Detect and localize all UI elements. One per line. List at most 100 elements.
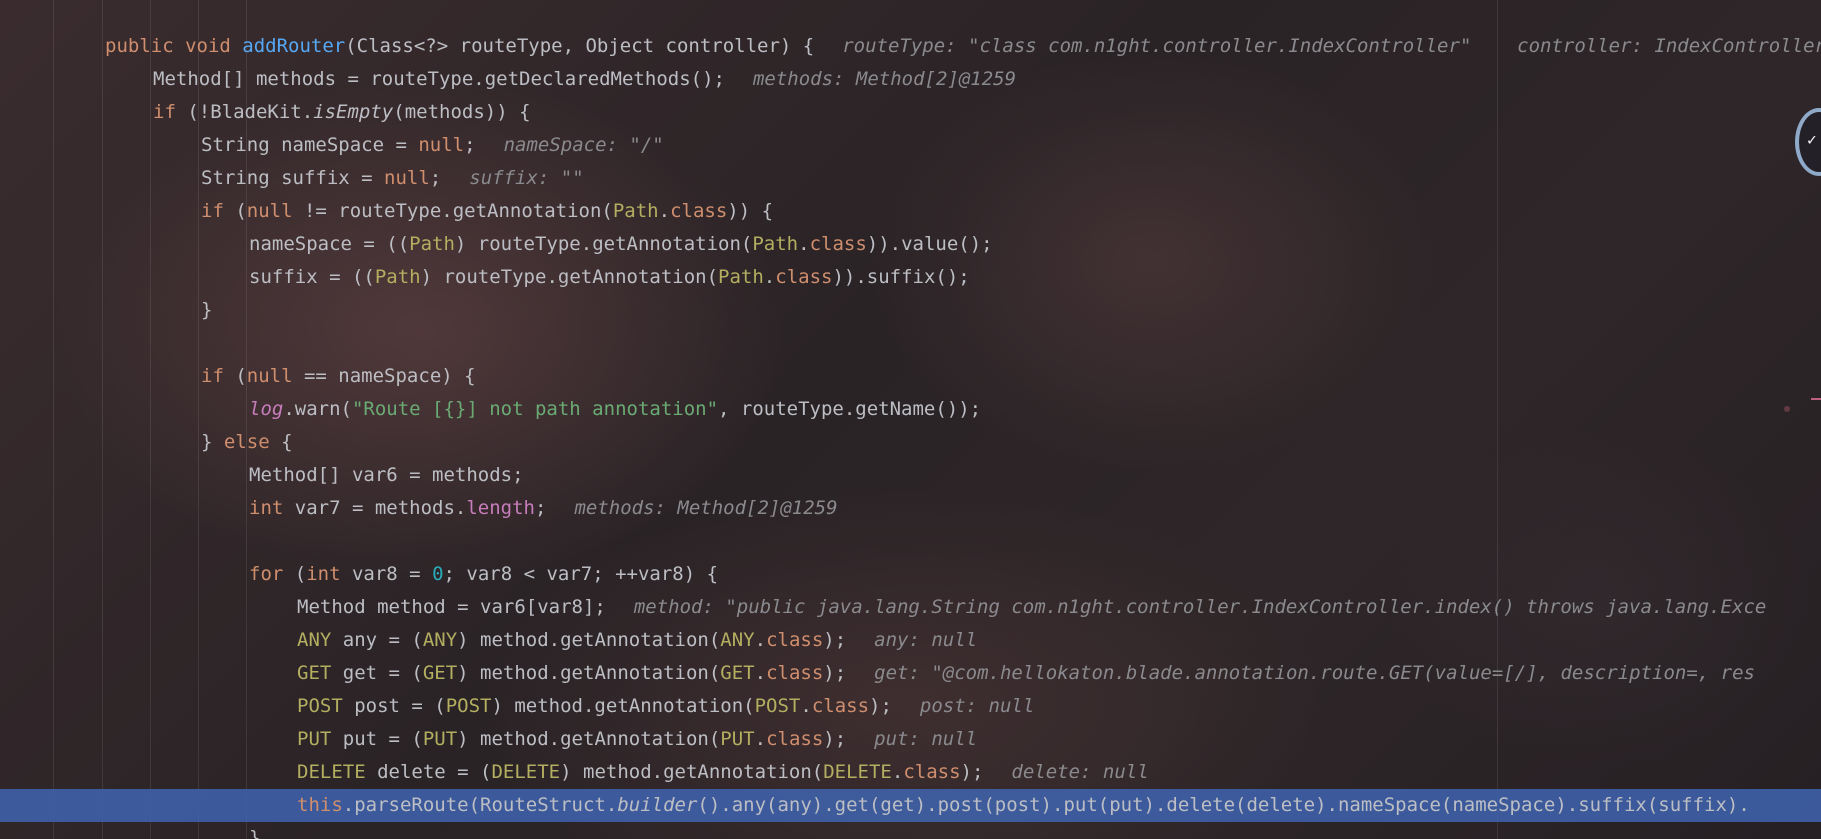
inline-debug-value[interactable]: routeType: "class com.n1ght.controller.I… [842, 35, 1821, 57]
inline-debug-value[interactable]: suffix: "" [469, 167, 583, 189]
code-editor[interactable]: public void addRouter(Class<?> routeType… [0, 30, 1821, 839]
inline-debug-value[interactable]: post: null [920, 695, 1034, 717]
code-line[interactable]: nameSpace = ((Path) routeType.getAnnotat… [0, 228, 1821, 261]
code-text: suffix = ((Path) routeType.getAnnotation… [249, 261, 970, 294]
scrollbar-marker[interactable] [1811, 398, 1821, 400]
code-line[interactable]: } [0, 822, 1821, 839]
code-token: class [766, 728, 824, 750]
code-token: ) method.getAnnotation( [491, 695, 755, 717]
code-token: nameSpace = (( [249, 233, 410, 255]
code-line[interactable]: for (int var8 = 0; var8 < var7; ++var8) … [0, 558, 1821, 591]
code-line-current[interactable]: this.parseRoute(RouteStruct.builder().an… [0, 789, 1821, 822]
code-token: ) method.getAnnotation( [457, 728, 721, 750]
code-token: delete = ( [365, 761, 492, 783]
code-token: ); [823, 662, 847, 684]
code-token: if [201, 200, 236, 222]
code-text: PUT put = (PUT) method.getAnnotation(PUT… [297, 723, 977, 756]
code-token: DELETE [297, 761, 366, 783]
code-token: ( [235, 200, 247, 222]
code-line[interactable]: PUT put = (PUT) method.getAnnotation(PUT… [0, 723, 1821, 756]
code-line[interactable]: } else { [0, 426, 1821, 459]
code-token: ) method.getAnnotation( [560, 761, 824, 783]
code-token: POST [297, 695, 343, 717]
code-line[interactable]: suffix = ((Path) routeType.getAnnotation… [0, 261, 1821, 294]
code-line[interactable]: Method[] methods = routeType.getDeclared… [0, 63, 1821, 96]
code-token: ) routeType.getAnnotation( [454, 233, 753, 255]
code-token: .parseRoute(RouteStruct. [342, 794, 618, 816]
code-token: builder [617, 794, 698, 816]
code-token: != routeType.getAnnotation( [292, 200, 613, 222]
code-token: . [754, 662, 767, 684]
code-token: class [766, 662, 824, 684]
code-token: )).value(); [866, 233, 993, 255]
code-token: . [763, 266, 776, 288]
code-token: this [297, 794, 343, 816]
code-line[interactable]: POST post = (POST) method.getAnnotation(… [0, 690, 1821, 723]
breakpoint-marker[interactable] [1784, 406, 1790, 412]
code-line[interactable] [0, 525, 1821, 558]
code-token: , routeType.getName()); [718, 398, 982, 420]
inline-debug-value[interactable]: delete: null [1011, 761, 1148, 783]
code-text: String nameSpace = null; nameSpace: "/" [201, 129, 664, 162]
code-token: 0 [432, 563, 444, 585]
inline-debug-value[interactable]: methods: Method[2]@1259 [753, 68, 1016, 90]
code-token: )) { [727, 200, 774, 222]
code-token: . [800, 695, 812, 717]
code-text: ANY any = (ANY) method.getAnnotation(ANY… [297, 624, 977, 657]
code-token: void [185, 35, 243, 57]
code-text: } [201, 294, 212, 327]
code-line[interactable]: String nameSpace = null; nameSpace: "/" [0, 129, 1821, 162]
inline-debug-value[interactable]: nameSpace: "/" [504, 134, 664, 156]
code-token: Path [612, 200, 659, 222]
inline-debug-value[interactable]: any: null [874, 629, 977, 651]
code-token: )).suffix(); [832, 266, 970, 288]
code-line[interactable]: Method method = var6[var8]; method: "publ… [0, 591, 1821, 624]
code-line[interactable]: int var7 = methods.length; methods: Metho… [0, 492, 1821, 525]
inline-debug-value[interactable]: get: "@com.hellokaton.blade.annotation.r… [874, 662, 1755, 684]
code-line[interactable]: if (!BladeKit.isEmpty(methods)) { [0, 96, 1821, 129]
code-text: log.warn("Route [{}] not path annotation… [249, 393, 981, 426]
code-text: } [249, 822, 260, 839]
code-token: String suffix = [201, 167, 385, 189]
inline-debug-value[interactable]: method: "public java.lang.String com.n1g… [634, 596, 1766, 618]
code-text: String suffix = null; suffix: "" [201, 162, 584, 195]
inline-debug-value[interactable]: methods: Method[2]@1259 [574, 497, 837, 519]
code-line[interactable]: if (null == nameSpace) { [0, 360, 1821, 393]
code-token: class [809, 233, 867, 255]
code-text: GET get = (GET) method.getAnnotation(GET… [297, 657, 1755, 690]
code-token: PUT [720, 728, 755, 750]
code-text: } else { [201, 426, 293, 459]
code-line[interactable]: if (null != routeType.getAnnotation(Path… [0, 195, 1821, 228]
code-line[interactable]: ANY any = (ANY) method.getAnnotation(ANY… [0, 624, 1821, 657]
code-token: null [418, 134, 465, 156]
code-token: String nameSpace = [201, 134, 419, 156]
code-line[interactable]: } [0, 294, 1821, 327]
code-token: ; [429, 167, 442, 189]
inline-debug-value[interactable]: put: null [874, 728, 977, 750]
code-token: . [891, 761, 904, 783]
code-token: Method[] methods = routeType.getDeclared… [153, 68, 725, 90]
code-token: ); [869, 695, 892, 717]
code-token: (Class<?> routeType, Object controller) … [345, 35, 815, 57]
code-token: (!BladeKit. [187, 101, 314, 123]
code-text: POST post = (POST) method.getAnnotation(… [297, 690, 1034, 723]
code-token: DELETE [491, 761, 561, 783]
code-token: (methods)) { [393, 101, 531, 123]
code-text: if (!BladeKit.isEmpty(methods)) { [153, 96, 531, 129]
code-line[interactable]: DELETE delete = (DELETE) method.getAnnot… [0, 756, 1821, 789]
code-token: ; var8 < var7; ++var8) { [443, 563, 719, 585]
code-line[interactable] [0, 327, 1821, 360]
code-token: log [249, 398, 284, 420]
code-line[interactable]: log.warn("Route [{}] not path annotation… [0, 393, 1821, 426]
code-token: PUT [422, 728, 458, 750]
code-line[interactable]: public void addRouter(Class<?> routeType… [0, 30, 1821, 63]
code-token: ANY [297, 629, 332, 651]
code-line[interactable]: Method[] var6 = methods; [0, 459, 1821, 492]
code-token: GET [297, 662, 332, 684]
code-token: POST [445, 695, 492, 717]
code-line[interactable]: String suffix = null; suffix: "" [0, 162, 1821, 195]
code-line[interactable]: GET get = (GET) method.getAnnotation(GET… [0, 657, 1821, 690]
code-token: .warn( [283, 398, 352, 420]
code-token: any = ( [331, 629, 423, 651]
code-token: . [658, 200, 671, 222]
